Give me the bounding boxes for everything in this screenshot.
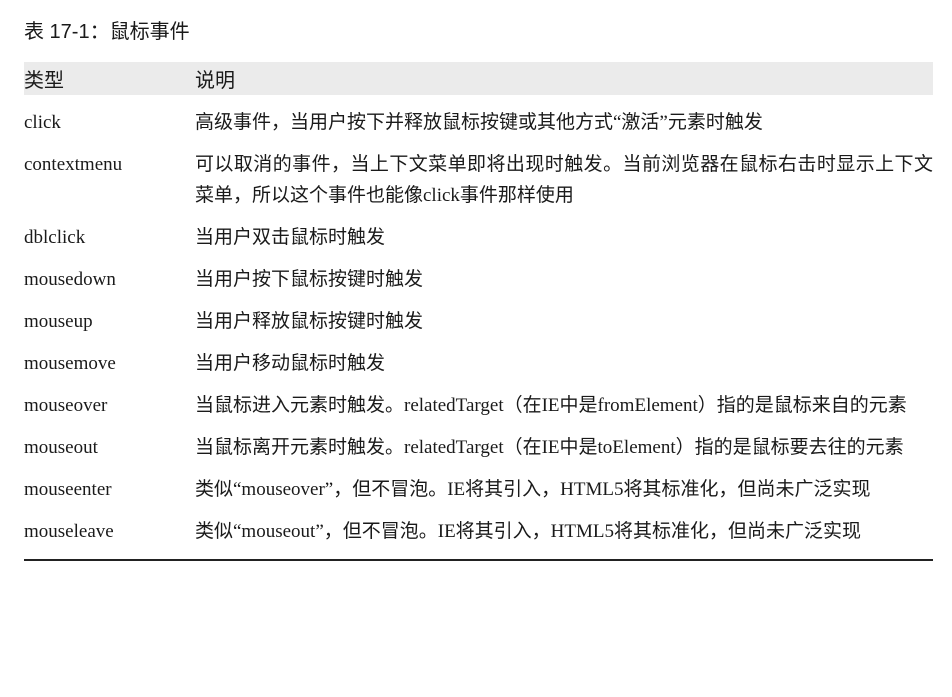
event-type: click	[24, 112, 61, 133]
table-row: contextmenu 可以取消的事件，当上下文菜单即将出现时触发。当前浏览器在鼠…	[24, 143, 933, 216]
event-type: contextmenu	[24, 154, 123, 175]
table-row: mouseup 当用户释放鼠标按键时触发	[24, 300, 933, 342]
table-row: mousemove 当用户移动鼠标时触发	[24, 342, 933, 384]
event-type: mousedown	[24, 269, 116, 290]
table-row: mouseleave 类似“mouseout”，但不冒泡。IE将其引入，HTML5…	[24, 510, 933, 552]
header-description: 说明	[195, 70, 235, 92]
table-header: 类型 说明	[24, 62, 933, 95]
mouse-events-table: 类型 说明 click 高级事件，当用户按下并释放鼠标按键或其他方式“激活”元素时…	[24, 62, 933, 561]
event-description: 类似“mouseout”，但不冒泡。IE将其引入，HTML5将其标准化，但尚未广…	[195, 521, 862, 542]
table-row: mousedown 当用户按下鼠标按键时触发	[24, 258, 933, 300]
table-row: click 高级事件，当用户按下并释放鼠标按键或其他方式“激活”元素时触发	[24, 101, 933, 143]
event-description: 类似“mouseover”，但不冒泡。IE将其引入，HTML5将其标准化，但尚未…	[195, 479, 871, 500]
event-type: mouseout	[24, 437, 98, 458]
table-caption: 表 17-1：鼠标事件	[24, 21, 190, 43]
table-row: mouseenter 类似“mouseover”，但不冒泡。IE将其引入，HTML…	[24, 468, 933, 510]
event-type: mouseup	[24, 311, 93, 332]
table-row: mouseout 当鼠标离开元素时触发。relatedTarget（在IE中是to…	[24, 426, 933, 468]
event-type: mousemove	[24, 353, 116, 374]
event-description: 当用户释放鼠标按键时触发	[195, 311, 424, 332]
event-description: 当用户移动鼠标时触发	[195, 353, 386, 374]
event-type: mouseleave	[24, 521, 114, 542]
table-body: click 高级事件，当用户按下并释放鼠标按键或其他方式“激活”元素时触发 cont…	[24, 95, 933, 552]
header-type: 类型	[24, 70, 64, 92]
event-description: 当用户双击鼠标时触发	[195, 227, 386, 248]
bottom-rule	[24, 559, 933, 561]
event-description: 高级事件，当用户按下并释放鼠标按键或其他方式“激活”元素时触发	[195, 112, 763, 133]
event-description: 当鼠标进入元素时触发。relatedTarget（在IE中是fromElemen…	[195, 395, 907, 416]
event-type: mouseenter	[24, 479, 112, 500]
event-description: 当鼠标离开元素时触发。relatedTarget（在IE中是toElement）…	[195, 437, 904, 458]
event-description: 当用户按下鼠标按键时触发	[195, 269, 424, 290]
event-description: 可以取消的事件，当上下文菜单即将出现时触发。当前浏览器在鼠标右击时显示上下文菜单…	[195, 154, 933, 206]
table-row: mouseover 当鼠标进入元素时触发。relatedTarget（在IE中是f…	[24, 384, 933, 426]
event-type: dblclick	[24, 227, 86, 248]
event-type: mouseover	[24, 395, 108, 416]
table-row: dblclick 当用户双击鼠标时触发	[24, 216, 933, 258]
